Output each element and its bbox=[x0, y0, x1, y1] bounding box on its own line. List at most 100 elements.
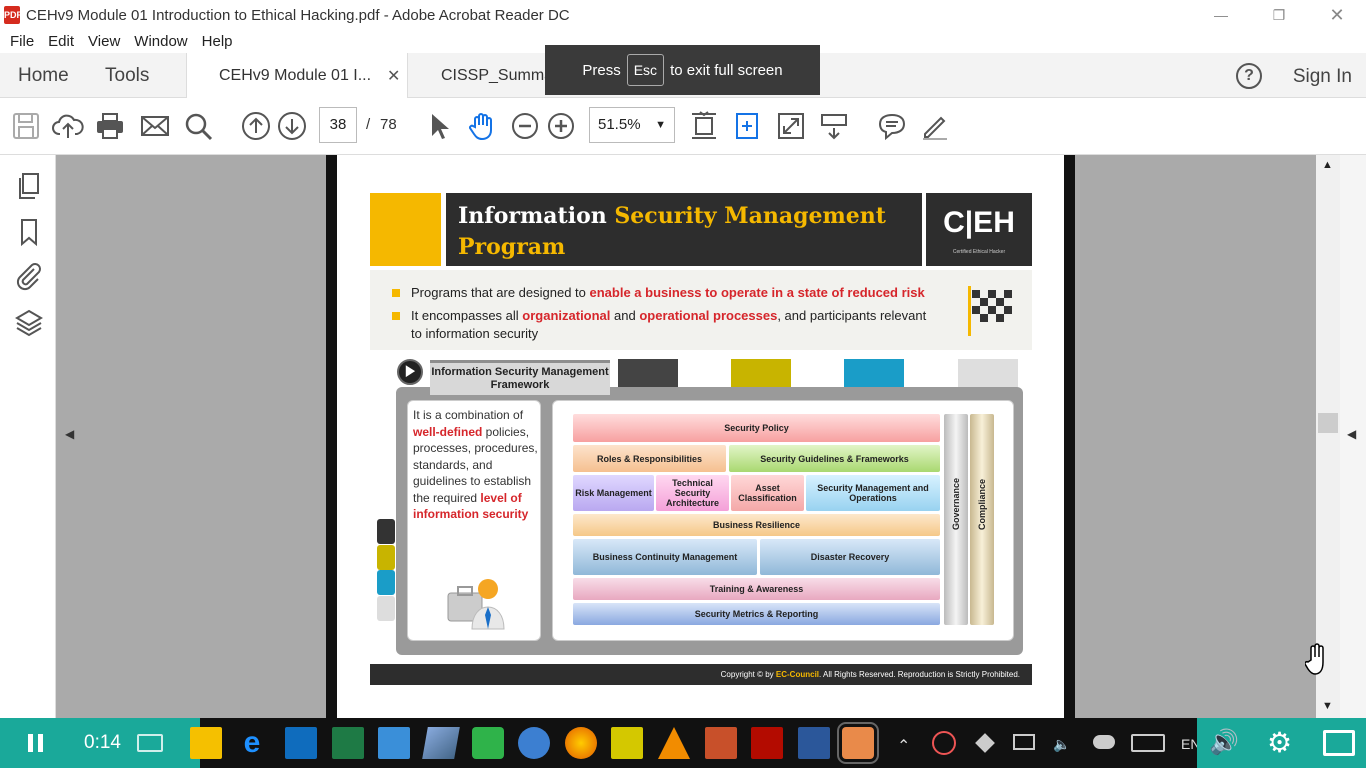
edge-icon[interactable]: e bbox=[236, 727, 268, 759]
side-tab-dark bbox=[377, 519, 395, 544]
scroll-mode-icon[interactable] bbox=[818, 110, 850, 142]
collapse-left-arrow-icon[interactable]: ◀ bbox=[65, 427, 74, 441]
fullscreen-toggle-icon[interactable] bbox=[1323, 730, 1355, 756]
archive-app-icon[interactable] bbox=[611, 727, 643, 759]
camtasia-icon[interactable] bbox=[472, 727, 504, 759]
layers-icon[interactable] bbox=[14, 307, 44, 337]
select-arrow-icon[interactable] bbox=[424, 110, 456, 142]
network-icon[interactable] bbox=[1013, 734, 1035, 750]
word-icon[interactable] bbox=[798, 727, 830, 759]
onedrive-icon[interactable] bbox=[1093, 735, 1115, 749]
recording-right-controls: 🔊 ⚙ bbox=[1197, 718, 1366, 768]
activity-icon[interactable] bbox=[932, 731, 956, 755]
page-thumbnails-icon[interactable] bbox=[14, 171, 44, 201]
taskbar: 0:14 e ⌃ 🔈 EN 🔊 ⚙ bbox=[0, 718, 1366, 768]
bullet-icon bbox=[392, 289, 400, 297]
esc-key-badge: Esc bbox=[626, 54, 665, 86]
menu-help[interactable]: Help bbox=[202, 33, 233, 50]
fit-page-icon[interactable] bbox=[688, 110, 720, 142]
previous-page-icon[interactable] bbox=[240, 110, 272, 142]
excel-icon[interactable] bbox=[332, 727, 364, 759]
menu-window[interactable]: Window bbox=[134, 33, 187, 50]
people-icon bbox=[618, 359, 678, 387]
hand-tool-icon[interactable] bbox=[466, 110, 498, 142]
network-app-icon[interactable] bbox=[518, 727, 550, 759]
page-total: 78 bbox=[380, 116, 397, 133]
full-screen-icon[interactable] bbox=[775, 110, 807, 142]
tab-home[interactable]: Home bbox=[18, 53, 69, 98]
pause-icon[interactable] bbox=[28, 734, 44, 752]
app-icon-glass[interactable] bbox=[422, 727, 460, 759]
close-window-button[interactable]: ✕ bbox=[1308, 0, 1366, 30]
rotate-view-icon[interactable] bbox=[731, 110, 763, 142]
menu-view[interactable]: View bbox=[88, 33, 120, 50]
cloud-upload-icon[interactable] bbox=[52, 110, 84, 142]
zoom-value: 51.5% bbox=[598, 116, 641, 133]
toast-press: Press bbox=[582, 61, 621, 79]
expand-right-pane-icon[interactable]: ◀ bbox=[1347, 427, 1356, 441]
block-bcm: Business Continuity Management bbox=[573, 539, 757, 575]
close-tab-icon[interactable]: ✕ bbox=[387, 66, 400, 86]
sign-in-link[interactable]: Sign In bbox=[1293, 53, 1352, 98]
comment-icon[interactable] bbox=[876, 110, 908, 142]
task-view-icon[interactable] bbox=[137, 734, 163, 752]
email-icon[interactable] bbox=[139, 110, 171, 142]
yellow-accent-box bbox=[370, 193, 441, 266]
tab-document-ceh[interactable]: CEHv9 Module 01 I... bbox=[186, 53, 408, 99]
dropbox-icon[interactable] bbox=[975, 733, 995, 753]
next-page-icon[interactable] bbox=[276, 110, 308, 142]
acrobat-taskbar-icon[interactable] bbox=[751, 727, 783, 759]
help-icon[interactable]: ? bbox=[1236, 63, 1262, 89]
menu-file[interactable]: File bbox=[10, 33, 34, 50]
scroll-up-icon[interactable]: ▲ bbox=[1322, 159, 1333, 171]
search-icon[interactable] bbox=[182, 110, 214, 142]
ceh-logo-sub: Certified Ethical Hacker bbox=[952, 249, 1006, 255]
ceh-logo: C|EH Certified Ethical Hacker bbox=[926, 193, 1032, 266]
chevron-up-icon[interactable]: ⌃ bbox=[897, 736, 910, 756]
zoom-select[interactable]: 51.5% ▼ bbox=[589, 107, 675, 143]
title-yellow-part: Security Management bbox=[614, 203, 886, 229]
title-white-part: Information bbox=[458, 203, 607, 229]
volume-icon[interactable]: 🔊 bbox=[1209, 728, 1239, 757]
page-number-input[interactable]: 38 bbox=[319, 107, 357, 143]
block-guidelines: Security Guidelines & Frameworks bbox=[729, 445, 940, 472]
scroll-thumb[interactable] bbox=[1318, 413, 1338, 433]
scroll-down-icon[interactable]: ▼ bbox=[1322, 700, 1333, 712]
slide-title: Information Security Management Program bbox=[446, 193, 922, 266]
print-icon[interactable] bbox=[94, 110, 126, 142]
file-explorer-icon[interactable] bbox=[190, 727, 222, 759]
zoom-in-icon[interactable] bbox=[545, 110, 577, 142]
menu-edit[interactable]: Edit bbox=[48, 33, 74, 50]
highlight-pen-icon[interactable] bbox=[919, 110, 951, 142]
block-security-policy: Security Policy bbox=[573, 414, 940, 442]
speaker-icon[interactable]: 🔈 bbox=[1053, 736, 1070, 753]
home-icon bbox=[731, 359, 791, 387]
keyboard-icon[interactable] bbox=[1131, 734, 1165, 752]
store-icon[interactable] bbox=[378, 727, 410, 759]
bullet-1: Programs that are designed to enable a b… bbox=[411, 285, 925, 300]
powerpoint-icon[interactable] bbox=[705, 727, 737, 759]
vertical-scrollbar[interactable]: ▲ ▼ bbox=[1316, 155, 1340, 718]
bullet-2: It encompasses all organizational and op… bbox=[411, 308, 927, 341]
hand-cursor-icon bbox=[1304, 642, 1327, 676]
camtasia-active-icon[interactable] bbox=[837, 722, 879, 764]
settings-gear-icon[interactable]: ⚙ bbox=[1267, 726, 1292, 759]
block-secmgmt: Security Management and Operations bbox=[806, 475, 940, 511]
outlook-icon[interactable] bbox=[285, 727, 317, 759]
tab-tools[interactable]: Tools bbox=[105, 53, 149, 98]
zoom-out-icon[interactable] bbox=[509, 110, 541, 142]
block-tech: Technical Security Architecture bbox=[656, 475, 729, 511]
right-pane: ◀ bbox=[1340, 155, 1366, 718]
save-icon[interactable] bbox=[10, 110, 42, 142]
block-resilience: Business Resilience bbox=[573, 514, 940, 536]
attachment-icon[interactable] bbox=[14, 261, 44, 291]
bookmark-icon[interactable] bbox=[14, 217, 44, 247]
restore-button[interactable]: ❐ bbox=[1250, 0, 1308, 30]
chevron-down-icon: ▼ bbox=[655, 119, 666, 131]
window-titlebar: PDF CEHv9 Module 01 Introduction to Ethi… bbox=[0, 0, 1366, 30]
firefox-icon[interactable] bbox=[565, 727, 597, 759]
acrobat-app-icon: PDF bbox=[4, 6, 22, 24]
minimize-button[interactable]: — bbox=[1192, 0, 1250, 30]
slide-content: Information Security Management Program … bbox=[370, 192, 1032, 685]
vlc-icon[interactable] bbox=[658, 727, 690, 759]
